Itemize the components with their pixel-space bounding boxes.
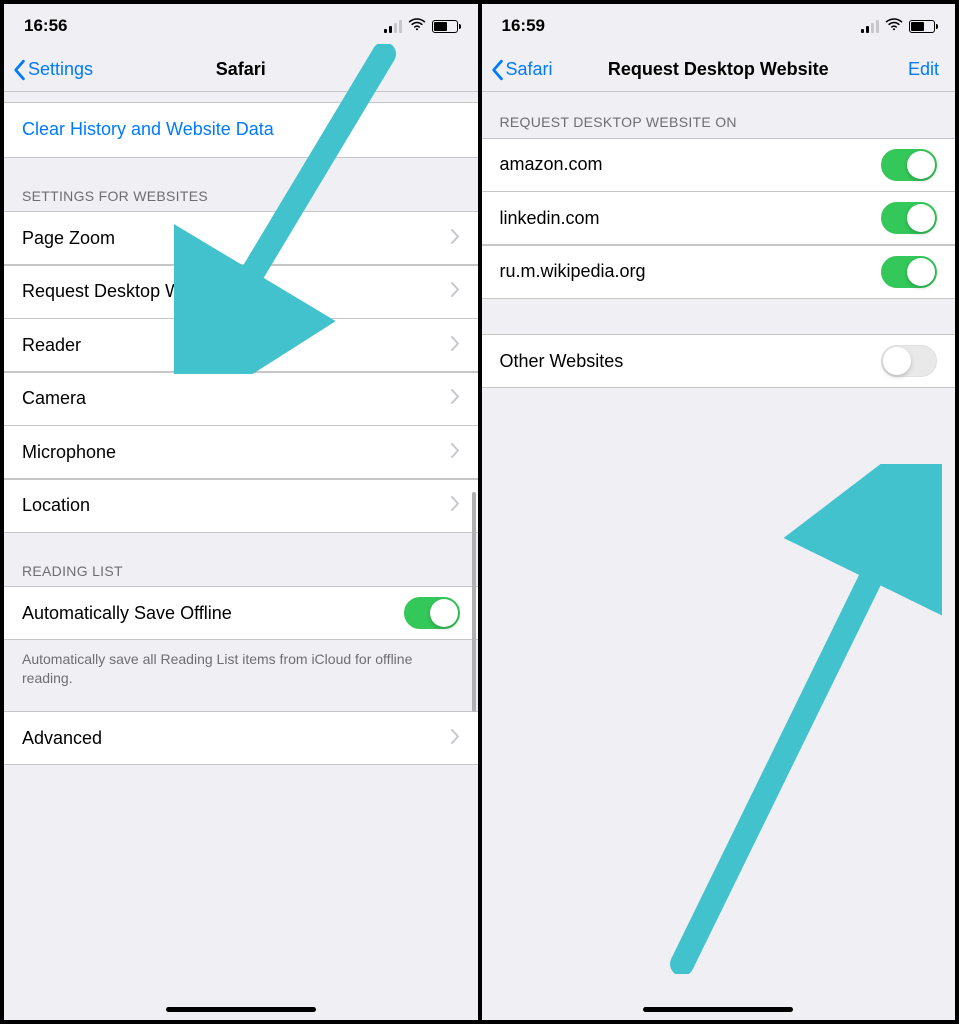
content: REQUEST DESKTOP WEBSITE ON amazon.com li…	[482, 92, 956, 1020]
battery-icon	[432, 20, 458, 33]
site-toggle[interactable]	[881, 202, 937, 234]
chevron-right-icon	[451, 388, 460, 409]
clear-history-label: Clear History and Website Data	[22, 119, 274, 140]
other-websites-toggle[interactable]	[881, 345, 937, 377]
chevron-right-icon	[451, 728, 460, 749]
site-linkedin-row[interactable]: linkedin.com	[482, 191, 956, 245]
row-label: ru.m.wikipedia.org	[500, 261, 646, 282]
row-label: Location	[22, 495, 90, 516]
chevron-right-icon	[451, 495, 460, 516]
battery-icon	[909, 20, 935, 33]
content: Clear History and Website Data SETTINGS …	[4, 92, 478, 1020]
status-icons	[861, 15, 935, 38]
cellular-signal-icon	[384, 20, 402, 33]
site-toggle[interactable]	[881, 256, 937, 288]
home-indicator[interactable]	[166, 1007, 316, 1012]
scroll-indicator[interactable]	[472, 492, 476, 712]
cellular-signal-icon	[861, 20, 879, 33]
site-toggle[interactable]	[881, 149, 937, 181]
status-time: 16:56	[24, 16, 67, 36]
row-label: Other Websites	[500, 351, 624, 372]
page-zoom-row[interactable]: Page Zoom	[4, 211, 478, 265]
other-websites-row[interactable]: Other Websites	[482, 334, 956, 388]
nav-bar: Settings Safari	[4, 48, 478, 92]
home-indicator[interactable]	[643, 1007, 793, 1012]
back-button[interactable]: Safari	[490, 59, 553, 81]
back-label: Safari	[506, 59, 553, 80]
chevron-right-icon	[451, 228, 460, 249]
autosave-row[interactable]: Automatically Save Offline	[4, 586, 478, 640]
row-label: amazon.com	[500, 154, 603, 175]
nav-title: Safari	[216, 59, 266, 80]
right-screenshot: 16:59 Safari Request Desktop Website Edi…	[482, 4, 956, 1020]
clear-history-button[interactable]: Clear History and Website Data	[4, 102, 478, 158]
request-desktop-on-header: REQUEST DESKTOP WEBSITE ON	[482, 92, 956, 138]
request-desktop-row[interactable]: Request Desktop Website	[4, 265, 478, 319]
edit-button[interactable]: Edit	[908, 59, 939, 80]
row-label: Request Desktop Website	[22, 281, 230, 302]
status-bar: 16:59	[482, 4, 956, 48]
row-label: Page Zoom	[22, 228, 115, 249]
site-wikipedia-row[interactable]: ru.m.wikipedia.org	[482, 245, 956, 299]
row-label: Reader	[22, 335, 81, 356]
status-time: 16:59	[502, 16, 545, 36]
back-button[interactable]: Settings	[12, 59, 93, 81]
chevron-left-icon	[490, 59, 504, 81]
advanced-row[interactable]: Advanced	[4, 711, 478, 765]
location-row[interactable]: Location	[4, 479, 478, 533]
reader-row[interactable]: Reader	[4, 318, 478, 372]
chevron-right-icon	[451, 281, 460, 302]
status-bar: 16:56	[4, 4, 478, 48]
row-label: Automatically Save Offline	[22, 603, 232, 624]
row-label: Microphone	[22, 442, 116, 463]
row-label: Advanced	[22, 728, 102, 749]
back-label: Settings	[28, 59, 93, 80]
chevron-left-icon	[12, 59, 26, 81]
left-screenshot: 16:56 Settings Safari Clear History and …	[4, 4, 478, 1020]
camera-row[interactable]: Camera	[4, 372, 478, 426]
microphone-row[interactable]: Microphone	[4, 425, 478, 479]
row-label: linkedin.com	[500, 208, 600, 229]
wifi-icon	[408, 15, 426, 38]
status-icons	[384, 15, 458, 38]
chevron-right-icon	[451, 442, 460, 463]
nav-bar: Safari Request Desktop Website Edit	[482, 48, 956, 92]
autosave-toggle[interactable]	[404, 597, 460, 629]
nav-title: Request Desktop Website	[608, 59, 829, 80]
autosave-footer: Automatically save all Reading List item…	[4, 640, 478, 712]
reading-list-header: READING LIST	[4, 533, 478, 587]
settings-for-websites-header: SETTINGS FOR WEBSITES	[4, 158, 478, 212]
row-label: Camera	[22, 388, 86, 409]
site-amazon-row[interactable]: amazon.com	[482, 138, 956, 192]
chevron-right-icon	[451, 335, 460, 356]
wifi-icon	[885, 15, 903, 38]
